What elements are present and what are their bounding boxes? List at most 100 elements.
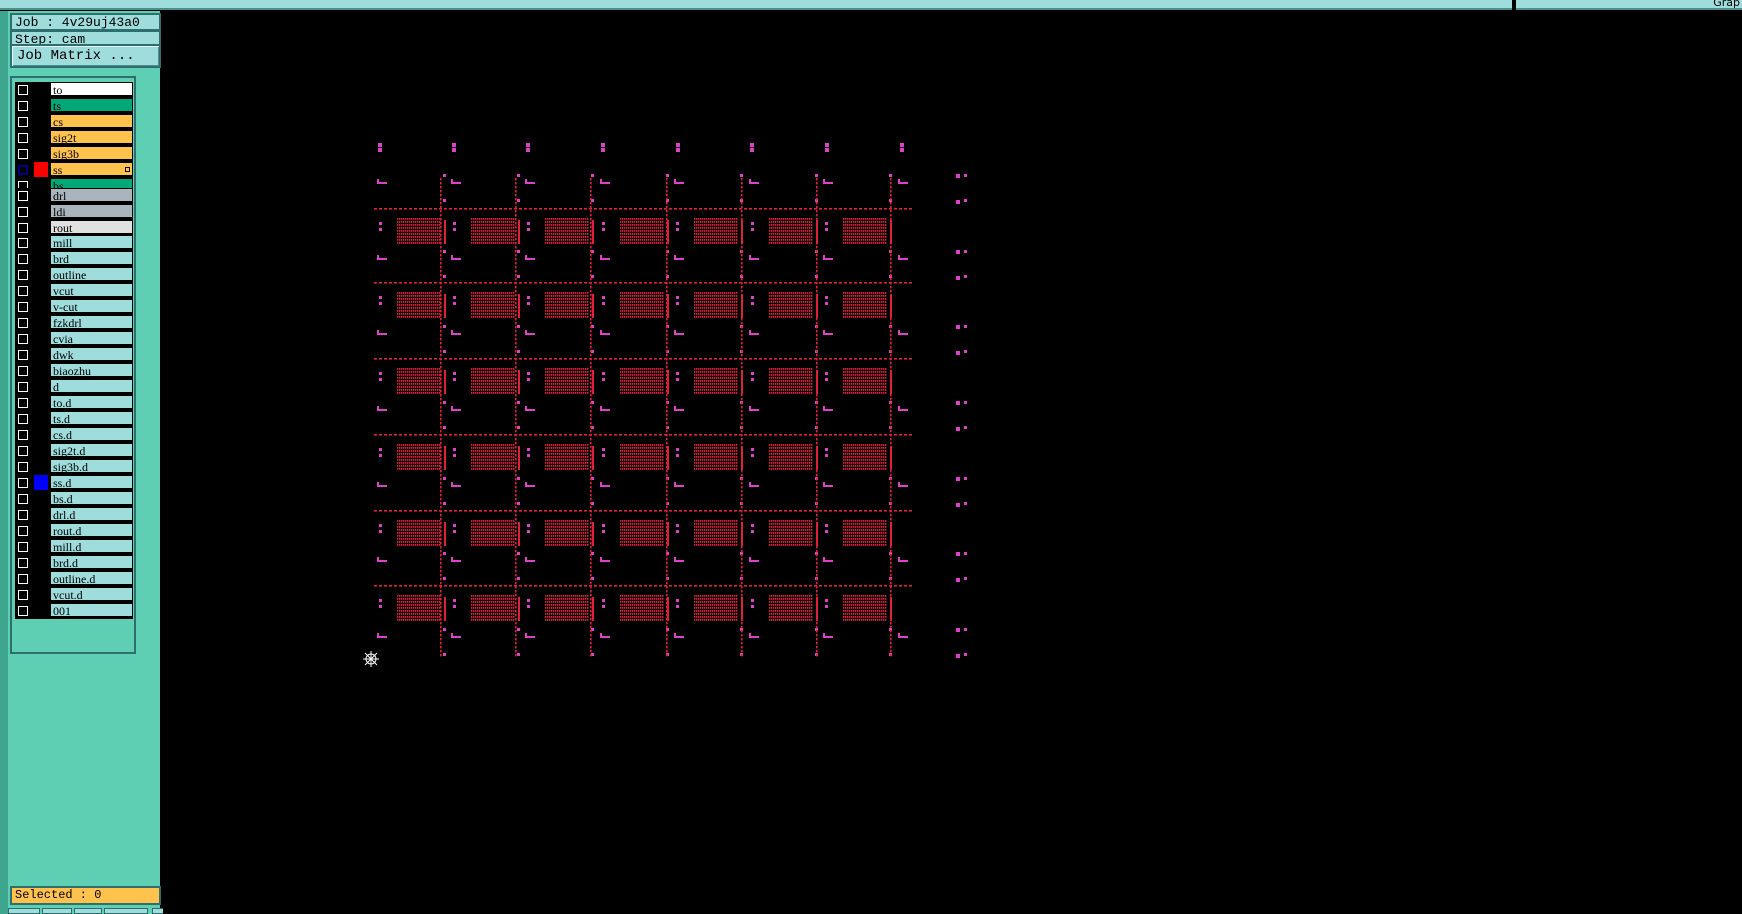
layer-name[interactable]: mill.d (50, 539, 133, 553)
layer-color-swatch[interactable] (34, 363, 48, 378)
bottom-tab[interactable] (74, 908, 102, 914)
layer-color-swatch[interactable] (34, 130, 48, 145)
layer-checkbox[interactable] (18, 270, 28, 280)
bottom-tab[interactable] (8, 908, 40, 914)
layer-checkbox[interactable] (18, 590, 28, 600)
layer-row-drl.d[interactable]: drl.d (15, 507, 133, 523)
job-matrix-button[interactable]: Job Matrix ... (10, 44, 161, 68)
layer-row-biaozhu[interactable]: biaozhu (15, 363, 133, 379)
layer-checkbox[interactable] (18, 462, 28, 472)
layer-checkbox[interactable] (18, 542, 28, 552)
layer-color-swatch[interactable] (34, 331, 48, 346)
layer-name[interactable]: sig3b (50, 146, 133, 160)
layer-checkbox[interactable] (18, 207, 28, 217)
layer-name[interactable]: cvia (50, 331, 133, 345)
layer-row-ts[interactable]: ts (15, 98, 133, 114)
layer-row-cvia[interactable]: cvia (15, 331, 133, 347)
bottom-tab[interactable] (42, 908, 72, 914)
layer-name[interactable]: brd (50, 251, 133, 265)
layer-color-swatch[interactable] (34, 114, 48, 129)
layer-color-swatch[interactable] (34, 283, 48, 298)
layer-name[interactable]: sig2t (50, 130, 133, 144)
layer-checkbox[interactable] (18, 191, 28, 201)
layer-row-001[interactable]: 001 (15, 603, 133, 619)
layer-name[interactable]: outline (50, 267, 133, 281)
layer-color-swatch[interactable] (34, 491, 48, 506)
layer-name[interactable]: vcut (50, 283, 133, 297)
layer-name[interactable]: to (50, 82, 133, 96)
layer-checkbox[interactable] (18, 574, 28, 584)
layer-row-mill.d[interactable]: mill.d (15, 539, 133, 555)
layer-name[interactable]: ldi (50, 204, 133, 218)
layer-row-drl[interactable]: drl (15, 188, 133, 204)
layer-row-mill[interactable]: mill (15, 235, 133, 251)
layer-name[interactable]: d (50, 379, 133, 393)
layer-color-swatch[interactable] (34, 539, 48, 554)
layer-row-rout.d[interactable]: rout.d (15, 523, 133, 539)
layer-name[interactable]: rout.d (50, 523, 133, 537)
layer-color-swatch[interactable] (34, 251, 48, 266)
layer-row-sig2t[interactable]: sig2t (15, 130, 133, 146)
layer-checkbox[interactable] (18, 414, 28, 424)
layer-checkbox[interactable] (18, 286, 28, 296)
layer-color-swatch[interactable] (34, 235, 48, 250)
layer-row-fzkdrl[interactable]: fzkdrl (15, 315, 133, 331)
layer-name[interactable]: sig2t.d (50, 443, 133, 457)
layer-name[interactable]: brd.d (50, 555, 133, 569)
layer-name[interactable]: drl (50, 188, 133, 202)
layer-checkbox[interactable] (18, 254, 28, 264)
layer-name[interactable]: ts.d (50, 411, 133, 425)
layer-checkbox[interactable] (18, 350, 28, 360)
layer-row-ldi[interactable]: ldi (15, 204, 133, 220)
layer-checkbox[interactable] (18, 318, 28, 328)
layer-row-outline.d[interactable]: outline.d (15, 571, 133, 587)
layer-color-swatch[interactable] (34, 443, 48, 458)
layer-color-swatch[interactable] (34, 315, 48, 330)
layer-checkbox[interactable] (18, 382, 28, 392)
layer-checkbox[interactable] (18, 526, 28, 536)
graphic-canvas[interactable] (163, 11, 1742, 914)
layer-color-swatch[interactable] (34, 523, 48, 538)
layer-row-cs.d[interactable]: cs.d (15, 427, 133, 443)
layer-row-ss[interactable]: ss (15, 162, 133, 178)
layer-checkbox[interactable] (18, 510, 28, 520)
layer-name[interactable]: fzkdrl (50, 315, 133, 329)
layer-color-swatch[interactable] (34, 379, 48, 394)
layer-color-swatch[interactable] (34, 411, 48, 426)
layer-row-rout[interactable]: rout (15, 220, 133, 236)
layer-name[interactable]: to.d (50, 395, 133, 409)
layer-name[interactable]: v-cut (50, 299, 133, 313)
layer-name[interactable]: biaozhu (50, 363, 133, 377)
layer-name[interactable]: outline.d (50, 571, 133, 585)
layer-row-to.d[interactable]: to.d (15, 395, 133, 411)
layer-name[interactable]: 001 (50, 603, 133, 617)
layer-checkbox[interactable] (18, 478, 28, 488)
layer-color-swatch[interactable] (34, 267, 48, 282)
layer-color-swatch[interactable] (34, 395, 48, 410)
layer-row-vcut[interactable]: vcut (15, 283, 133, 299)
layer-name[interactable]: drl.d (50, 507, 133, 521)
layer-row-bs.d[interactable]: bs.d (15, 491, 133, 507)
layer-color-swatch[interactable] (34, 98, 48, 113)
layer-checkbox[interactable] (18, 398, 28, 408)
layer-checkbox[interactable] (18, 133, 28, 143)
layer-checkbox[interactable] (18, 334, 28, 344)
layer-name[interactable]: bs.d (50, 491, 133, 505)
layer-color-swatch[interactable] (34, 571, 48, 586)
layer-checkbox[interactable] (18, 165, 28, 175)
layer-name[interactable]: ss (50, 162, 133, 176)
layer-color-swatch[interactable] (34, 475, 48, 490)
layer-row-cs[interactable]: cs (15, 114, 133, 130)
layer-row-v-cut[interactable]: v-cut (15, 299, 133, 315)
layer-row-dwk[interactable]: dwk (15, 347, 133, 363)
layer-checkbox[interactable] (18, 606, 28, 616)
layer-checkbox[interactable] (18, 558, 28, 568)
layer-color-swatch[interactable] (34, 587, 48, 602)
layer-color-swatch[interactable] (34, 188, 48, 203)
layer-name[interactable]: dwk (50, 347, 133, 361)
layer-color-swatch[interactable] (34, 162, 48, 177)
layer-row-brd.d[interactable]: brd.d (15, 555, 133, 571)
layer-color-swatch[interactable] (34, 507, 48, 522)
layer-name[interactable]: vcut.d (50, 587, 133, 601)
layer-checkbox[interactable] (18, 117, 28, 127)
